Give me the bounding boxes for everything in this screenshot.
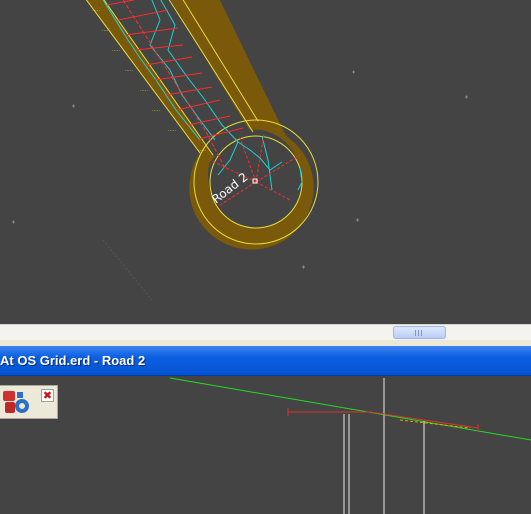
svg-text:·····: ····· <box>168 128 176 134</box>
vertical-lines <box>343 378 425 514</box>
ground-line <box>169 377 531 441</box>
plan-canvas[interactable]: ····· ····· ····· ····· ····· ····· ····… <box>0 0 531 324</box>
svg-text:·····: ····· <box>102 28 110 34</box>
svg-text:·····: ····· <box>125 68 133 74</box>
plan-view[interactable]: ····· ····· ····· ····· ····· ····· ····… <box>0 0 531 324</box>
construction-line <box>102 239 153 301</box>
profile-view[interactable] <box>0 376 531 514</box>
svg-text:·····: ····· <box>92 8 100 14</box>
scrollbar-track[interactable] <box>0 325 531 341</box>
scrollbar-grip-icon <box>415 330 424 336</box>
horizontal-scrollbar[interactable] <box>0 324 531 341</box>
road-2-outline[interactable] <box>79 0 319 250</box>
svg-text:·····: ····· <box>198 148 206 154</box>
window-title: At OS Grid.erd - Road 2 <box>0 353 146 368</box>
profile-toolbar[interactable]: ✖ <box>0 385 58 419</box>
svg-text:·····: ····· <box>152 108 160 114</box>
svg-text:·····: ····· <box>140 88 148 94</box>
scrollbar-thumb[interactable] <box>393 326 446 339</box>
svg-text:·····: ····· <box>112 48 120 54</box>
road-tools-icon[interactable] <box>2 388 30 416</box>
profile-window-titlebar[interactable]: At OS Grid.erd - Road 2 <box>0 346 531 376</box>
close-icon[interactable]: ✖ <box>41 389 54 402</box>
design-profile <box>287 408 479 432</box>
profile-canvas[interactable] <box>0 376 531 514</box>
